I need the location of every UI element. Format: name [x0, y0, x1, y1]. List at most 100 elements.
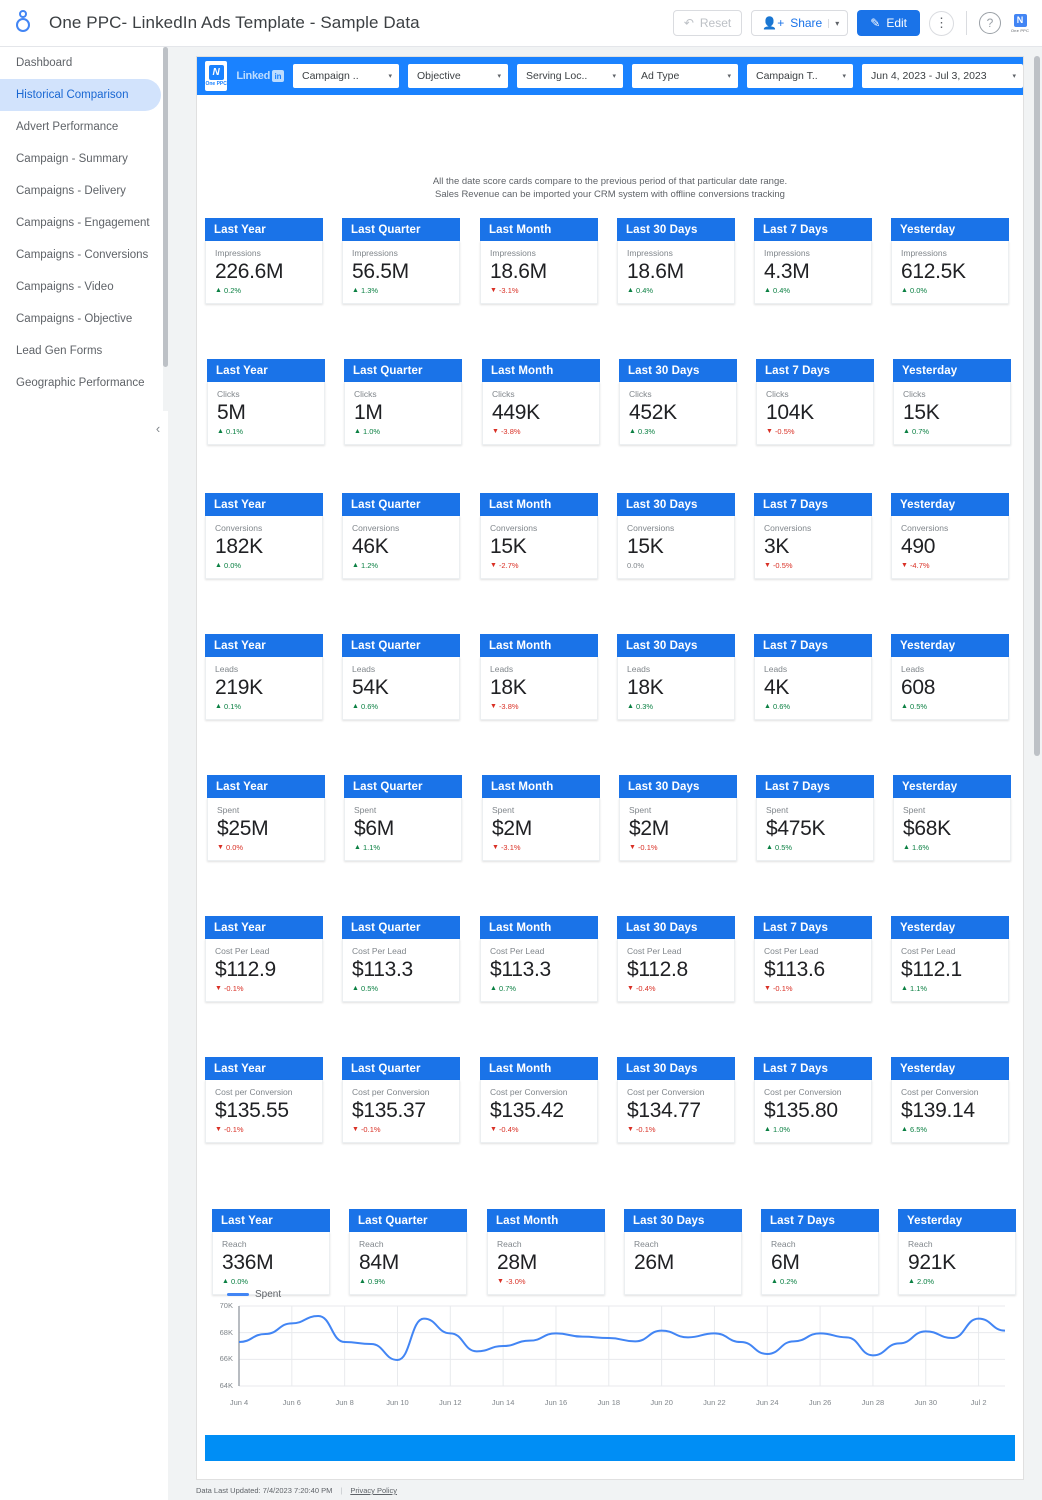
sidebar-collapse-button[interactable]: ‹ — [148, 418, 168, 438]
scorecard[interactable]: Last 30 Days Leads 18K ▲ 0.3% — [617, 634, 735, 720]
share-caret-icon[interactable]: ▾ — [828, 18, 843, 28]
scorecard-period-header: Last 30 Days — [624, 1209, 742, 1232]
scorecard[interactable]: Last Year Leads 219K ▲ 0.1% — [205, 634, 323, 720]
scorecard-period-header: Last Month — [487, 1209, 605, 1232]
scorecard-value: $135.37 — [352, 1099, 426, 1122]
scorecard-body: Spent $2M ▼ -3.1% — [482, 798, 600, 861]
help-icon[interactable]: ? — [979, 12, 1001, 34]
sidebar-item-geographic-performance[interactable]: Geographic Performance — [0, 367, 161, 399]
scorecard[interactable]: Yesterday Cost Per Lead $112.1 ▲ 1.1% — [891, 916, 1009, 1002]
scorecard-body: Conversions 15K ▼ -2.7% — [480, 516, 598, 579]
scorecard-delta-value: 0.3% — [635, 702, 654, 711]
sidebar-item-historical-comparison[interactable]: Historical Comparison — [0, 79, 161, 111]
scorecard[interactable]: Last Year Reach 336M ▲ 0.0% — [212, 1209, 330, 1295]
chart-series-spent — [238, 1315, 1006, 1361]
scorecard[interactable]: Last Month Cost Per Lead $113.3 ▲ 0.7% — [480, 916, 598, 1002]
scorecard[interactable]: Last Year Clicks 5M ▲ 0.1% — [207, 359, 325, 445]
more-options-button[interactable]: ⋮ — [929, 10, 954, 36]
scorecard[interactable]: Last Quarter Spent $6M ▲ 1.1% — [344, 775, 462, 861]
scorecard[interactable]: Yesterday Impressions 612.5K ▲ 0.0% — [891, 218, 1009, 304]
sidebar-scrollbar-thumb[interactable] — [163, 47, 168, 367]
scorecard[interactable]: Last Quarter Leads 54K ▲ 0.6% — [342, 634, 460, 720]
scorecard[interactable]: Yesterday Leads 608 ▲ 0.5% — [891, 634, 1009, 720]
privacy-policy-link[interactable]: Privacy Policy — [350, 1486, 397, 1495]
scorecard[interactable]: Last 7 Days Clicks 104K ▼ -0.5% — [756, 359, 874, 445]
scorecard-period-header: Last 30 Days — [617, 916, 735, 939]
scorecard[interactable]: Yesterday Reach 921K ▲ 2.0% — [898, 1209, 1016, 1295]
share-button[interactable]: 👤+ Share ▾ — [751, 10, 849, 36]
scorecard-delta: ▲ 0.3% — [629, 426, 736, 437]
sidebar-item-campaigns-conversions[interactable]: Campaigns - Conversions — [0, 239, 161, 271]
scorecard[interactable]: Last 7 Days Leads 4K ▲ 0.6% — [754, 634, 872, 720]
filter-4[interactable]: Ad Type ▾ — [632, 64, 738, 88]
scorecard[interactable]: Last Year Impressions 226.6M ▲ 0.2% — [205, 218, 323, 304]
filter-6[interactable]: Jun 4, 2023 - Jul 3, 2023 ▾ — [862, 64, 1023, 88]
linkedin-logo-icon: Linked in — [236, 70, 284, 82]
scorecard[interactable]: Last 7 Days Impressions 4.3M ▲ 0.4% — [754, 218, 872, 304]
scorecard[interactable]: Last Month Conversions 15K ▼ -2.7% — [480, 493, 598, 579]
scorecard-delta-value: -0.4% — [498, 1125, 519, 1134]
scorecard[interactable]: Last Month Spent $2M ▼ -3.1% — [482, 775, 600, 861]
scorecard-period-header: Last 30 Days — [617, 1057, 735, 1080]
scorecard[interactable]: Last 30 Days Impressions 18.6M ▲ 0.4% — [617, 218, 735, 304]
scorecard[interactable]: Last Quarter Clicks 1M ▲ 1.0% — [344, 359, 462, 445]
scorecard[interactable]: Last 30 Days Clicks 452K ▲ 0.3% — [619, 359, 737, 445]
scorecard-body: Cost per Conversion $135.80 ▲ 1.0% — [754, 1080, 872, 1143]
scorecard[interactable]: Last Month Cost per Conversion $135.42 ▼ -0.… — [480, 1057, 598, 1143]
scorecard[interactable]: Last Month Impressions 18.6M ▼ -3.1% — [480, 218, 598, 304]
scorecard[interactable]: Last 7 Days Conversions 3K ▼ -0.5% — [754, 493, 872, 579]
filter-1[interactable]: Campaign .. ▾ — [293, 64, 399, 88]
report-filter-bar: N One PPC Linked in Campaign .. ▾ Objectiv… — [197, 57, 1023, 95]
share-label: Share — [790, 16, 823, 30]
scorecard[interactable]: Last 7 Days Reach 6M ▲ 0.2% — [761, 1209, 879, 1295]
sidebar-item-lead-gen-forms[interactable]: Lead Gen Forms — [0, 335, 161, 367]
edit-button[interactable]: ✎ Edit — [857, 10, 920, 36]
scorecard-period-header: Last Month — [480, 916, 598, 939]
scorecard[interactable]: Yesterday Clicks 15K ▲ 0.7% — [893, 359, 1011, 445]
oneppc-logo-icon[interactable]: N One PPC — [1010, 12, 1030, 34]
scorecard-delta-value: 1.1% — [362, 843, 381, 852]
scorecard-body: Cost per Conversion $135.55 ▼ -0.1% — [205, 1080, 323, 1143]
scorecard[interactable]: Yesterday Spent $68K ▲ 1.6% — [893, 775, 1011, 861]
scorecard-body: Leads 18K ▲ 0.3% — [617, 657, 735, 720]
scorecard[interactable]: Last Year Cost per Conversion $135.55 ▼ -0.1… — [205, 1057, 323, 1143]
canvas-scrollbar-thumb[interactable] — [1034, 56, 1040, 756]
scorecard[interactable]: Last Quarter Impressions 56.5M ▲ 1.3% — [342, 218, 460, 304]
scorecard-delta: ▼ -3.1% — [490, 285, 597, 296]
sidebar-item-dashboard[interactable]: Dashboard — [0, 47, 161, 79]
scorecard[interactable]: Last 7 Days Cost Per Lead $113.6 ▼ -0.1% — [754, 916, 872, 1002]
scorecard[interactable]: Last 30 Days Reach 26M — [624, 1209, 742, 1295]
scorecard[interactable]: Last Quarter Reach 84M ▲ 0.9% — [349, 1209, 467, 1295]
scorecard[interactable]: Last Year Conversions 182K ▲ 0.0% — [205, 493, 323, 579]
scorecard[interactable]: Last 30 Days Spent $2M ▼ -0.1% — [619, 775, 737, 861]
chevron-down-icon: ▾ — [497, 73, 501, 80]
scorecard[interactable]: Yesterday Cost per Conversion $139.14 ▲ 6.5% — [891, 1057, 1009, 1143]
scorecard[interactable]: Last Quarter Cost per Conversion $135.37 ▼ -… — [342, 1057, 460, 1143]
scorecard[interactable]: Last 30 Days Conversions 15K 0.0% — [617, 493, 735, 579]
scorecard[interactable]: Last Quarter Cost Per Lead $113.3 ▲ 0.5% — [342, 916, 460, 1002]
arrow-down-icon: ▼ — [490, 287, 497, 294]
filter-5[interactable]: Campaign T.. ▾ — [747, 64, 853, 88]
scorecard[interactable]: Yesterday Conversions 490 ▼ -4.7% — [891, 493, 1009, 579]
filter-2[interactable]: Objective ▾ — [408, 64, 508, 88]
scorecard[interactable]: Last Quarter Conversions 46K ▲ 1.2% — [342, 493, 460, 579]
scorecard[interactable]: Last 7 Days Spent $475K ▲ 0.5% — [756, 775, 874, 861]
sidebar-item-campaigns-delivery[interactable]: Campaigns - Delivery — [0, 175, 161, 207]
scorecard[interactable]: Last Month Reach 28M ▼ -3.0% — [487, 1209, 605, 1295]
filter-3[interactable]: Serving Loc.. ▾ — [517, 64, 623, 88]
scorecard[interactable]: Last Month Clicks 449K ▼ -3.8% — [482, 359, 600, 445]
scorecard-metric-label: Leads — [764, 664, 788, 674]
sidebar-item-advert-performance[interactable]: Advert Performance — [0, 111, 161, 143]
sidebar-item-campaigns-video[interactable]: Campaigns - Video — [0, 271, 161, 303]
scorecard[interactable]: Last 7 Days Cost per Conversion $135.80 ▲ 1.… — [754, 1057, 872, 1143]
scorecard[interactable]: Last Year Spent $25M ▼ 0.0% — [207, 775, 325, 861]
sidebar-item-campaigns-objective[interactable]: Campaigns - Objective — [0, 303, 161, 335]
reset-button[interactable]: ↶ Reset — [672, 10, 743, 36]
scorecard[interactable]: Last 30 Days Cost per Conversion $134.77 ▼ -… — [617, 1057, 735, 1143]
scorecard[interactable]: Last Month Leads 18K ▼ -3.8% — [480, 634, 598, 720]
sidebar-item-campaigns-engagement[interactable]: Campaigns - Engagement — [0, 207, 161, 239]
scorecard[interactable]: Last 30 Days Cost Per Lead $112.8 ▼ -0.4% — [617, 916, 735, 1002]
scorecard[interactable]: Last Year Cost Per Lead $112.9 ▼ -0.1% — [205, 916, 323, 1002]
sidebar-item-campaign-summary[interactable]: Campaign - Summary — [0, 143, 161, 175]
chart-plot-area[interactable]: 64K 66K 68K 70K Jun 4 Jun 6 Jun 8 Jun 10 Jun 12 J… — [209, 1301, 1009, 1407]
